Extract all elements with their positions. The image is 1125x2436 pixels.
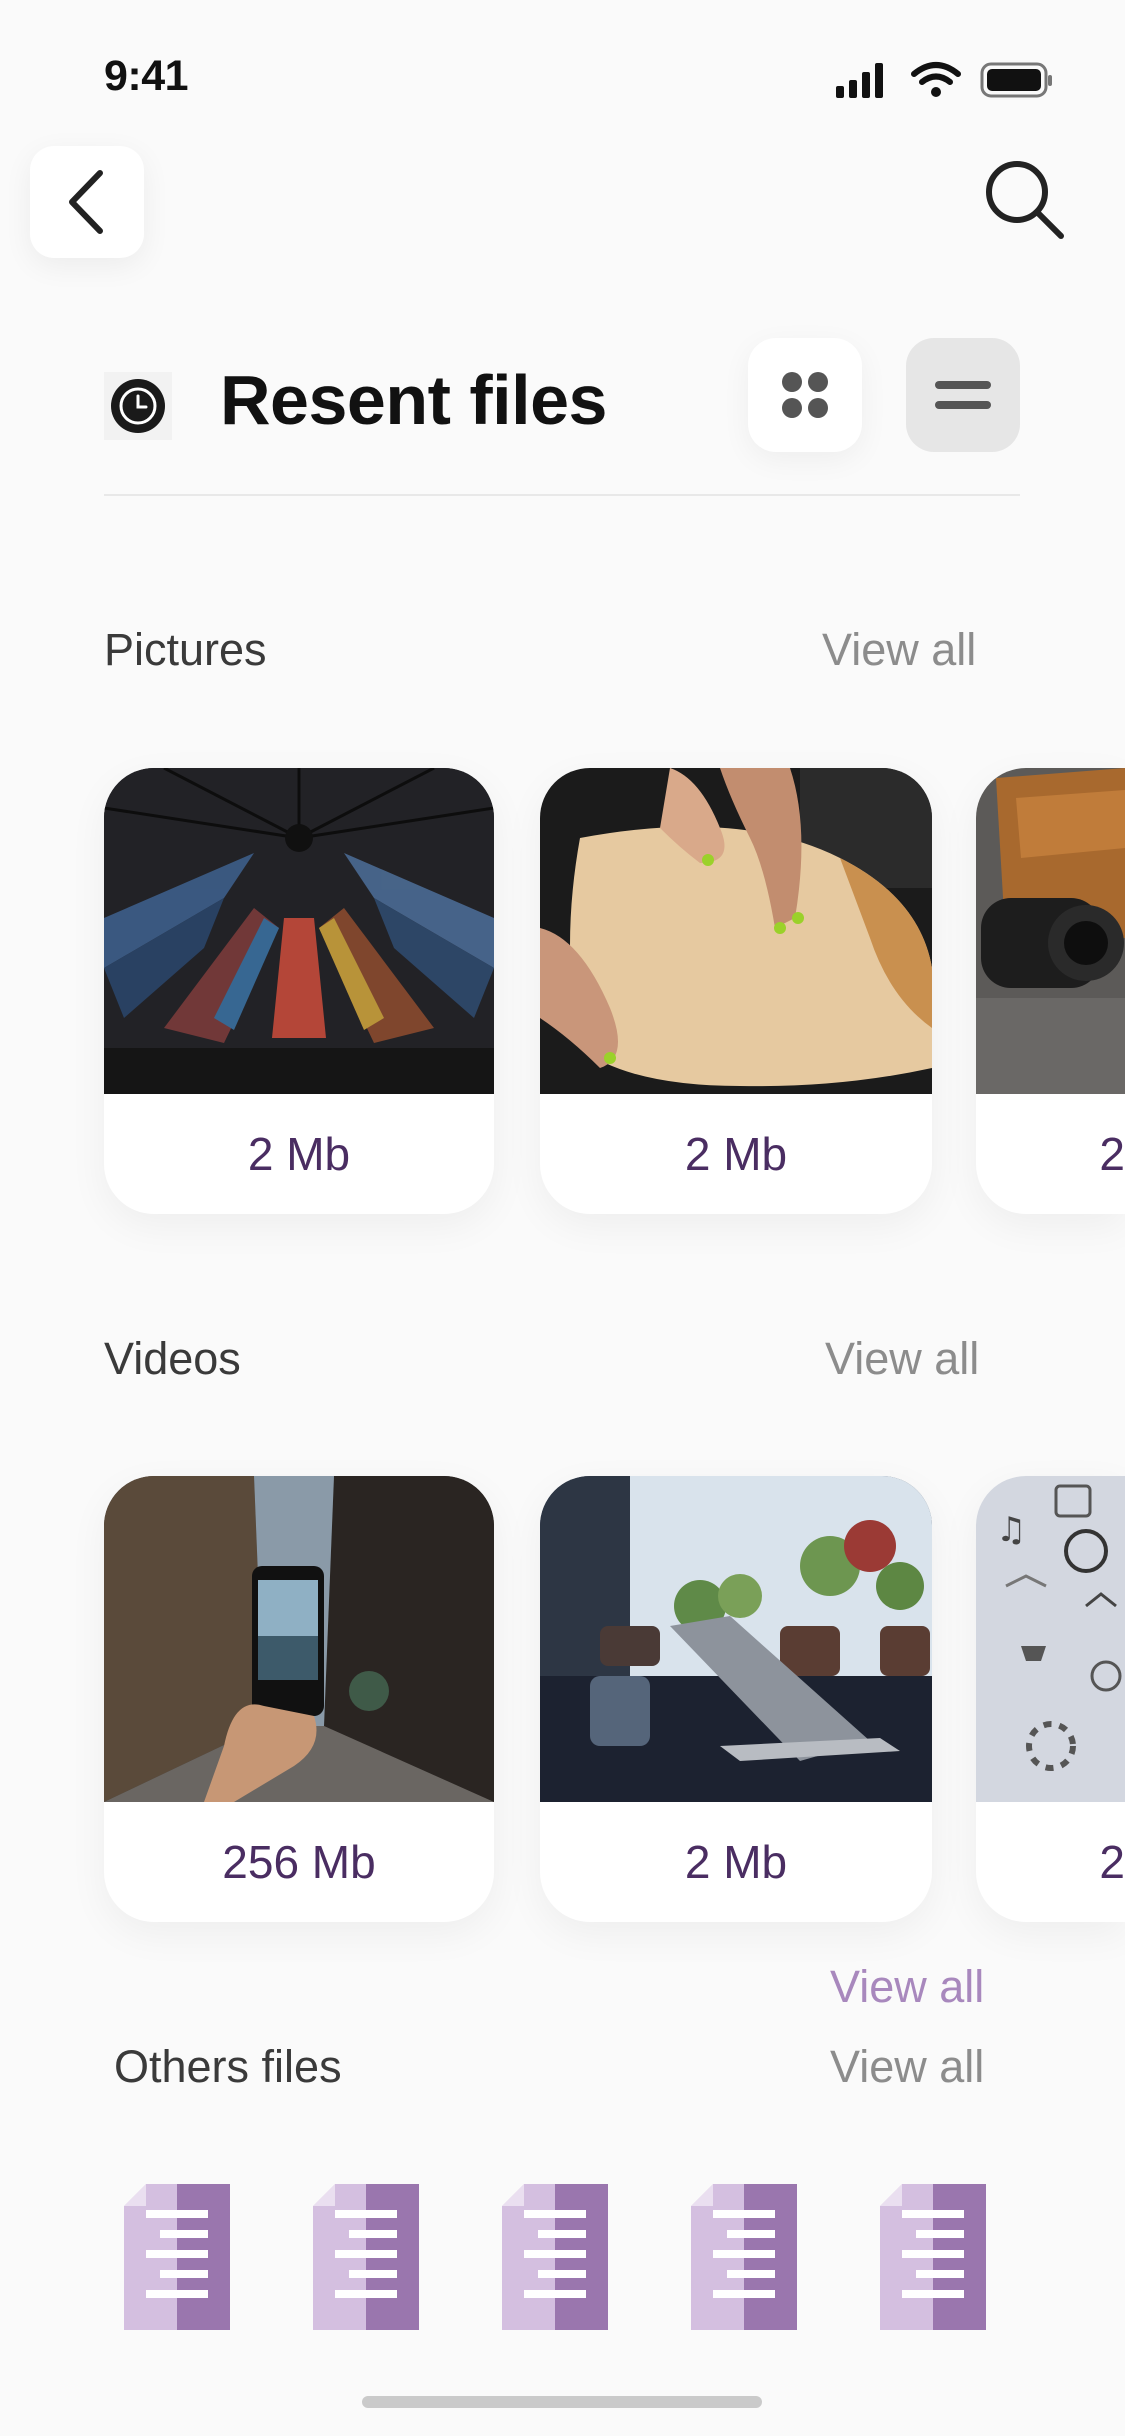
videos-view-all-link[interactable]: View all	[825, 1333, 979, 1385]
icons-wall-image: ♫	[976, 1476, 1125, 1802]
pictures-view-all-link[interactable]: View all	[822, 624, 976, 676]
file-size: 2	[1099, 1128, 1125, 1180]
document-icon[interactable]	[880, 2184, 986, 2330]
pastry-image	[540, 768, 932, 1094]
header-divider	[104, 494, 1020, 496]
video-card[interactable]: ♫ 2	[976, 1476, 1125, 1922]
recent-files-screen: 9:41 Resent files Pictures View all 2 Mb…	[0, 0, 1125, 2436]
file-size: 256 Mb	[222, 1836, 376, 1888]
picture-card[interactable]: 2 Mb	[104, 768, 494, 1214]
status-icons	[836, 60, 1056, 100]
laptop-plants-image	[540, 1476, 932, 1802]
view-all-link-accent[interactable]: View all	[830, 1961, 984, 2013]
search-button[interactable]	[980, 155, 1070, 245]
document-icon[interactable]	[691, 2184, 797, 2330]
file-size: 2 Mb	[684, 1128, 788, 1180]
videos-title: Videos	[104, 1333, 241, 1384]
page-title: Resent files	[220, 361, 607, 439]
clock-icon	[111, 379, 165, 433]
video-card[interactable]: 256 Mb	[104, 1476, 494, 1922]
document-icon[interactable]	[502, 2184, 608, 2330]
document-icon[interactable]	[124, 2184, 230, 2330]
home-indicator	[362, 2396, 762, 2408]
grid-icon	[782, 372, 828, 418]
others-view-all-link[interactable]: View all	[830, 2041, 984, 2093]
recent-icon-box	[104, 372, 172, 440]
video-card[interactable]: 2 Mb	[540, 1476, 932, 1922]
street-phone-image	[104, 1476, 494, 1802]
cathedral-image	[104, 768, 494, 1094]
file-size: 2	[1099, 1836, 1125, 1888]
svg-text:♫: ♫	[996, 1510, 1026, 1550]
picture-card[interactable]: 2	[976, 768, 1125, 1214]
status-time: 9:41	[104, 52, 189, 100]
back-button[interactable]	[30, 146, 144, 258]
file-size: 2 Mb	[684, 1836, 788, 1888]
search-icon	[986, 161, 1064, 239]
signal-icon	[836, 63, 883, 98]
others-title: Others files	[114, 2041, 342, 2092]
list-icon	[935, 381, 991, 409]
file-size: 2 Mb	[247, 1128, 351, 1180]
picture-card[interactable]: 2 Mb	[540, 768, 932, 1214]
pictures-title: Pictures	[104, 624, 267, 675]
document-icon[interactable]	[313, 2184, 419, 2330]
others-files-row	[124, 2184, 1004, 2330]
chevron-left-icon	[69, 170, 103, 234]
camera-bag-image	[976, 768, 1125, 1094]
wifi-icon	[911, 62, 961, 85]
grid-view-button[interactable]	[748, 338, 862, 452]
list-view-button[interactable]	[906, 338, 1020, 452]
battery-icon	[980, 62, 1052, 98]
